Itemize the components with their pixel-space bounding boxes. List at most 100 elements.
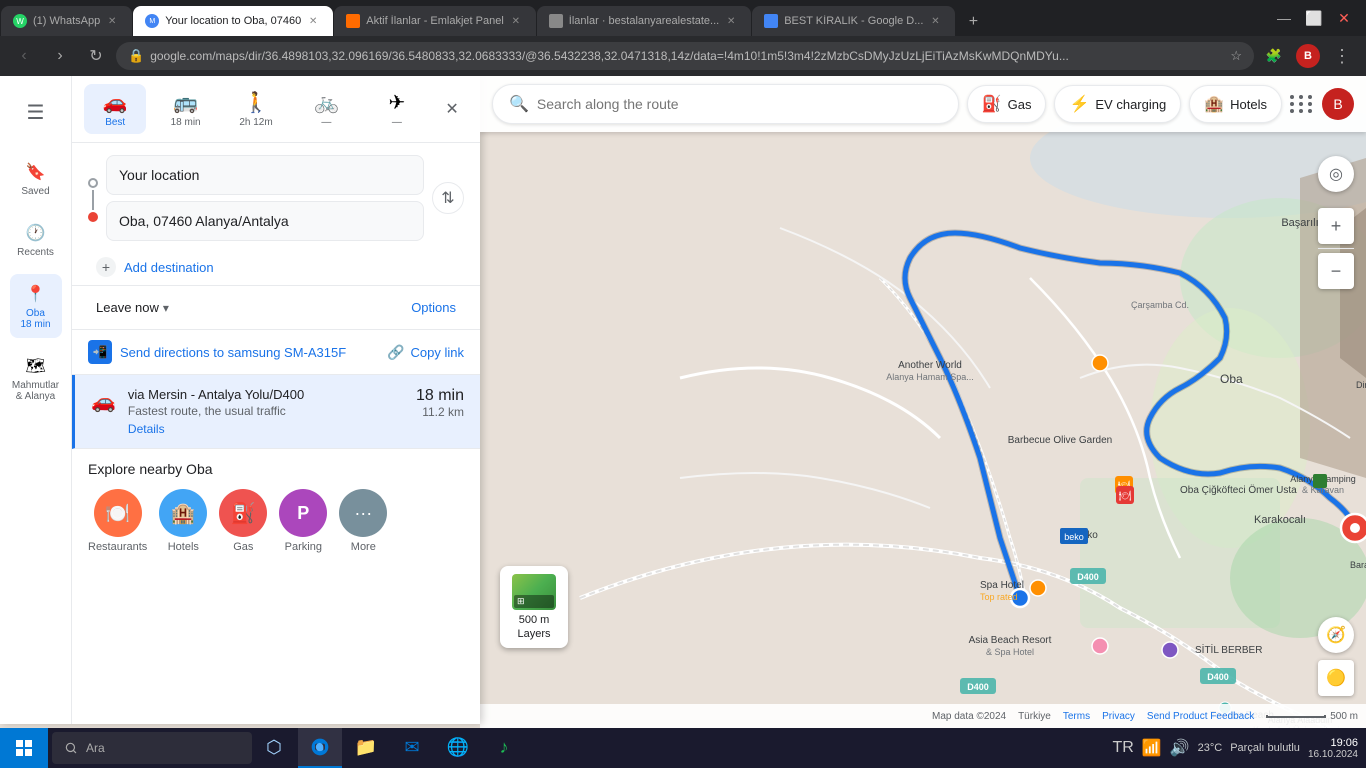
nav-saved[interactable]: 🔖 Saved — [10, 152, 62, 205]
tab-maps[interactable]: M Your location to Oba, 07460 ✕ — [133, 6, 333, 36]
tab-emlakjet[interactable]: Aktif İlanlar - Emlakjet Panel ✕ — [334, 6, 536, 36]
explore-categories: 🍽️ Restaurants 🏨 Hotels ⛽ Gas P — [88, 489, 464, 553]
map-search-box[interactable]: 🔍 — [492, 84, 959, 124]
options-button[interactable]: Options — [403, 294, 464, 321]
taskbar-explorer[interactable]: 📁 — [344, 728, 388, 768]
taskbar-chrome[interactable]: 🌐 — [436, 728, 480, 768]
system-clock[interactable]: 19:06 16.10.2024 — [1308, 737, 1358, 760]
taskbar-spotify[interactable]: ♪ — [482, 728, 526, 768]
origin-input[interactable] — [106, 155, 424, 195]
restaurants-label: Restaurants — [88, 541, 147, 553]
map-data-credit: Map data ©2024 — [932, 711, 1006, 722]
tab-whatsapp-close[interactable]: ✕ — [104, 13, 120, 29]
transport-mode-row: 🚗 Best 🚌 18 min 🚶 2h 12m 🚲 — — [72, 76, 480, 143]
explore-hotels[interactable]: 🏨 Hotels — [159, 489, 207, 553]
start-button[interactable] — [0, 728, 48, 768]
language-indicator[interactable]: TR — [1112, 739, 1133, 757]
maximize-button[interactable]: ⬜ — [1300, 4, 1328, 32]
taskbar-cortana[interactable]: ⬡ — [252, 728, 296, 768]
minimize-button[interactable]: — — [1270, 4, 1298, 32]
forward-button[interactable]: › — [44, 40, 76, 72]
nav-mahmutlar[interactable]: 🗺 Mahmutlar& Alanya — [10, 346, 62, 410]
explore-gas[interactable]: ⛽ Gas — [219, 489, 267, 553]
send-directions-text: Send directions to samsung SM-A315F — [120, 345, 346, 360]
swap-locations-button[interactable]: ⇅ — [432, 182, 464, 214]
map-terms-link[interactable]: Terms — [1063, 711, 1090, 722]
grid-dot — [1290, 102, 1294, 106]
route-details-link[interactable]: Details — [128, 422, 165, 436]
tab-best-close[interactable]: ✕ — [927, 13, 943, 29]
nav-oba[interactable]: 📍 Oba18 min — [10, 274, 62, 338]
route-option[interactable]: 🚗 via Mersin - Antalya Yolu/D400 Fastest… — [72, 375, 480, 449]
map-controls: ◎ + − — [1318, 156, 1354, 289]
tab-best[interactable]: BEST KİRALIK - Google D... ✕ — [752, 6, 955, 36]
grid-dot — [1299, 109, 1303, 113]
map-privacy-link[interactable]: Privacy — [1102, 711, 1135, 722]
apps-menu-button[interactable] — [1290, 95, 1314, 113]
map-search-input[interactable] — [537, 96, 942, 112]
tab-maps-close[interactable]: ✕ — [305, 13, 321, 29]
hotels-filter-button[interactable]: 🏨 Hotels — [1189, 85, 1282, 123]
ev-filter-button[interactable]: ⚡ EV charging — [1054, 85, 1181, 123]
nav-recents[interactable]: 🕐 Recents — [10, 213, 62, 266]
new-tab-button[interactable]: + — [959, 8, 987, 36]
parking-icon: P — [279, 489, 327, 537]
extensions-button[interactable]: 🧩 — [1258, 40, 1290, 72]
explore-parking[interactable]: P Parking — [279, 489, 327, 553]
my-location-button[interactable]: ◎ — [1318, 156, 1354, 192]
map-search-icon: 🔍 — [509, 94, 529, 114]
compass-icon: 🧭 — [1326, 625, 1346, 645]
gas-filter-button[interactable]: ⛽ Gas — [967, 85, 1047, 123]
urlbar-action-icons: ☆ — [1230, 48, 1242, 64]
route-time: 18 min 11.2 km — [416, 387, 464, 419]
explore-more[interactable]: ··· More — [339, 489, 387, 553]
grid-dot — [1299, 95, 1303, 99]
nav-oba-label: Oba18 min — [20, 308, 50, 330]
tab-emlakjet-close[interactable]: ✕ — [508, 13, 524, 29]
layers-button-label: Layers — [517, 628, 550, 640]
taskbar-mail[interactable]: ✉ — [390, 728, 434, 768]
zoom-out-button[interactable]: − — [1318, 253, 1354, 289]
driving-label: Best — [105, 117, 125, 128]
browser-menu-button[interactable]: ⋮ — [1326, 40, 1358, 72]
compass-button[interactable]: 🧭 — [1318, 617, 1354, 653]
leave-now-button[interactable]: Leave now ▾ — [88, 294, 177, 321]
cycling-icon: 🚲 — [314, 90, 339, 115]
destination-input[interactable] — [106, 201, 424, 241]
route-dots — [88, 174, 98, 222]
mahmutlar-icon: 🗺 — [24, 354, 48, 378]
svg-text:Çarşamba Cd.: Çarşamba Cd. — [1131, 300, 1189, 310]
svg-text:Başarılı: Başarılı — [1281, 217, 1318, 229]
close-button[interactable]: ✕ — [1330, 4, 1358, 32]
back-button[interactable]: ‹ — [8, 40, 40, 72]
map-feedback-link[interactable]: Send Product Feedback — [1147, 711, 1254, 722]
transit-icon: 🚌 — [173, 90, 198, 115]
add-destination-button[interactable]: + Add destination — [80, 253, 480, 285]
transport-transit[interactable]: 🚌 18 min — [154, 84, 216, 134]
explore-restaurants[interactable]: 🍽️ Restaurants — [88, 489, 147, 553]
send-directions-button[interactable]: 📲 Send directions to samsung SM-A315F — [88, 340, 346, 364]
layers-button[interactable]: ⊞ 500 m Layers — [500, 566, 568, 648]
transport-cycling[interactable]: 🚲 — — [295, 84, 357, 134]
route-panel: 🚗 Best 🚌 18 min 🚶 2h 12m 🚲 — — [72, 76, 480, 724]
copy-link-button[interactable]: 🔗 Copy link — [387, 344, 464, 361]
bookmark-icon[interactable]: ☆ — [1230, 48, 1242, 64]
close-directions-button[interactable]: ✕ — [436, 93, 468, 125]
tab-whatsapp[interactable]: W (1) WhatsApp ✕ — [1, 6, 132, 36]
address-bar[interactable]: 🔒 google.com/maps/dir/36.4898103,32.0961… — [116, 42, 1254, 70]
tab-ilanlar[interactable]: İlanlar · bestalanyarealestate... ✕ — [537, 6, 751, 36]
account-button[interactable]: B — [1292, 40, 1324, 72]
hamburger-menu-button[interactable]: ☰ — [12, 88, 60, 136]
hotels-label: Hotels — [168, 541, 199, 553]
transport-flight[interactable]: ✈ — — [366, 84, 428, 134]
reload-button[interactable]: ↻ — [80, 40, 112, 72]
street-view-button[interactable]: 🟡 — [1318, 660, 1354, 696]
taskbar-search-box[interactable]: Ara — [52, 732, 252, 764]
tab-ilanlar-close[interactable]: ✕ — [723, 13, 739, 29]
zoom-in-button[interactable]: + — [1318, 208, 1354, 244]
grid-dot — [1308, 109, 1312, 113]
transport-driving[interactable]: 🚗 Best — [84, 84, 146, 134]
taskbar-edge[interactable] — [298, 728, 342, 768]
transport-walking[interactable]: 🚶 2h 12m — [225, 84, 287, 134]
google-account-avatar[interactable]: B — [1322, 88, 1354, 120]
